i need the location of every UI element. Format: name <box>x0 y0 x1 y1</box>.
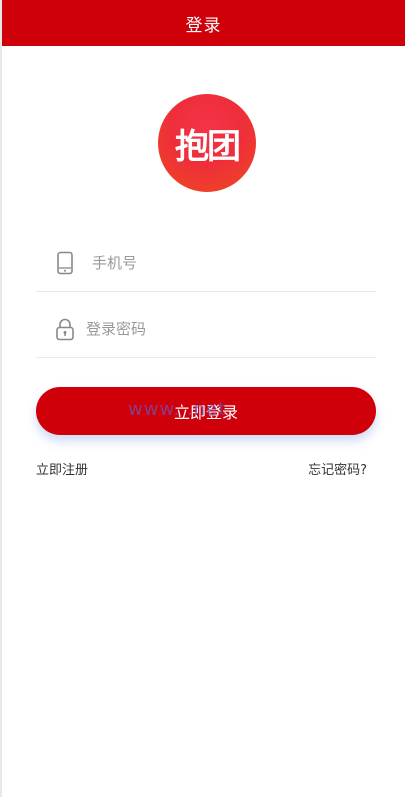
register-link[interactable]: 立即注册 <box>36 459 88 478</box>
app-frame: 登录 抱团 立即登录 www. .net 立即注册 忘记密码 <box>0 0 405 797</box>
login-button[interactable]: 立即登录 <box>36 387 376 435</box>
login-button-label: 立即登录 <box>173 403 238 422</box>
forgot-password-link[interactable]: 忘记密码? <box>308 459 367 478</box>
phone-input[interactable] <box>92 253 342 272</box>
logo-text: 抱团 <box>175 126 241 167</box>
app-logo: 抱团 <box>158 94 256 192</box>
password-field <box>36 300 376 358</box>
page-title: 登录 <box>185 15 222 36</box>
phone-field <box>36 234 376 292</box>
page-header: 登录 <box>2 0 405 46</box>
password-input[interactable] <box>86 319 336 338</box>
lock-icon <box>52 316 78 342</box>
phone-icon <box>52 250 78 276</box>
